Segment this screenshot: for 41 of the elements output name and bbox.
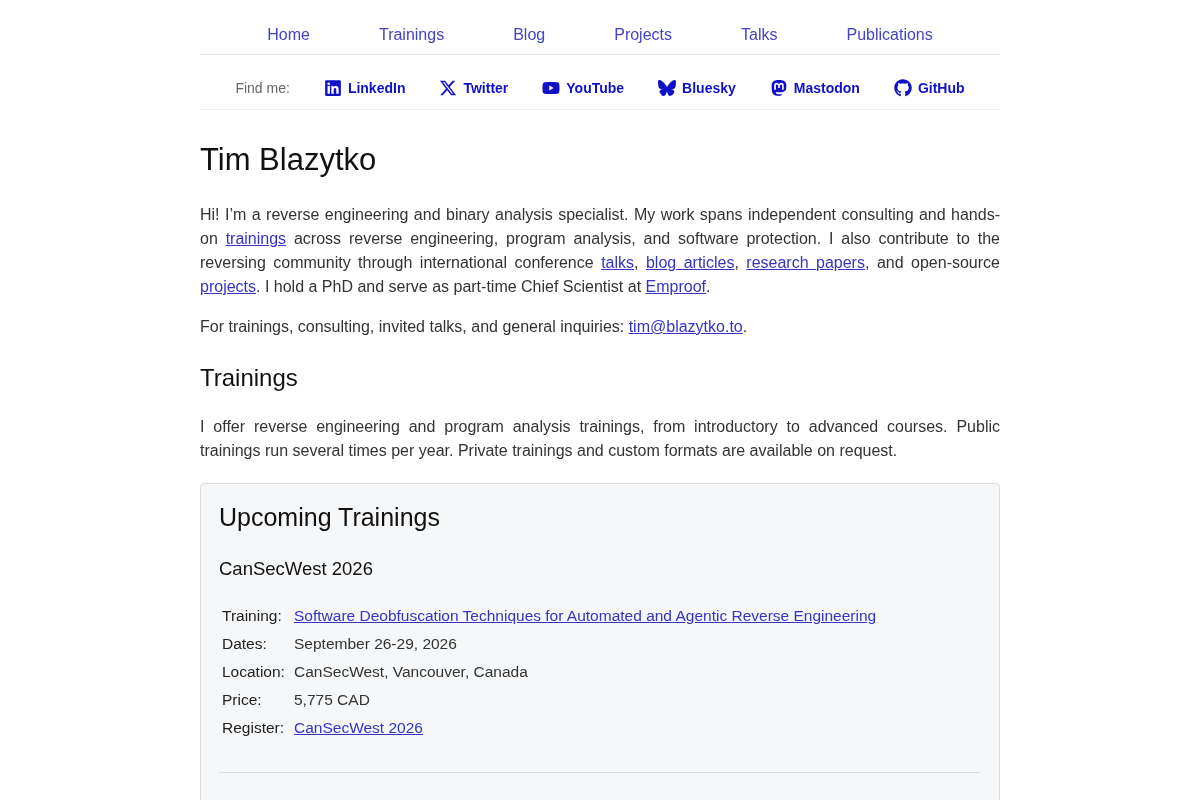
github-icon bbox=[893, 79, 912, 97]
detail-label: Register: bbox=[222, 718, 285, 738]
social-link[interactable]: LinkedIn bbox=[323, 76, 406, 100]
youtube-icon bbox=[542, 79, 561, 97]
event-name: CanSecWest 2026 bbox=[219, 557, 374, 581]
detail-value: 5,775 CAD bbox=[294, 690, 370, 710]
detail-link[interactable]: Software Deobfuscation Techniques for Automated and Agentic Reverse Engineering bbox=[294, 602, 877, 630]
linkedin-icon bbox=[323, 79, 342, 97]
detail-label: Price: bbox=[222, 690, 262, 710]
nav-link[interactable]: Trainings bbox=[378, 23, 445, 47]
section-heading: Trainings bbox=[200, 363, 299, 393]
find-me-label: Find me: bbox=[235, 79, 290, 98]
detail-label: Training: bbox=[222, 606, 282, 626]
nav-link[interactable]: Talks bbox=[741, 23, 778, 47]
inline-link[interactable]: blog articles bbox=[645, 254, 735, 271]
social-link[interactable]: YouTube bbox=[542, 76, 625, 100]
butterfly-icon bbox=[658, 79, 677, 97]
mastodon-icon bbox=[769, 79, 788, 97]
nav-link[interactable]: Projects bbox=[614, 23, 672, 47]
detail-label: Dates: bbox=[222, 634, 267, 654]
detail-label: Location: bbox=[222, 662, 285, 682]
inline-link[interactable]: research papers bbox=[746, 254, 865, 271]
inline-link[interactable]: tim@blazytko.to bbox=[628, 318, 743, 335]
trainings-paragraph: I offer reverse engineering and program analysis trainings, from introductory to advanced courses. Public trainings run several times per year. Private trainings and custom formats are available on request. bbox=[200, 417, 1000, 461]
detail-link[interactable]: CanSecWest 2026 bbox=[294, 714, 423, 742]
card-title: Upcoming Trainings bbox=[219, 502, 441, 533]
detail-value: CanSecWest, Vancouver, Canada bbox=[294, 662, 528, 682]
social-link[interactable]: GitHub bbox=[893, 76, 965, 100]
nav-link[interactable]: Publications bbox=[846, 23, 933, 47]
social-link[interactable]: Mastodon bbox=[769, 76, 860, 100]
detail-value: September 26-29, 2026 bbox=[294, 634, 457, 654]
intro-paragraph: Hi! I’m a reverse engineering and binary analysis specialist. My work spans independent consulting and hands-on trainings across reverse engineering, program analysis, and software protection. I also contribute to the reversing community through international conference talks, blog articles, research papers, and open-source projects. I hold a PhD and serve as part-time Chief Scientist at Emproof. bbox=[200, 205, 1000, 297]
social-link[interactable]: Bluesky bbox=[658, 76, 736, 100]
page-title: Tim Blazytko bbox=[200, 141, 378, 179]
social-link[interactable]: Twitter bbox=[439, 76, 509, 100]
intro-paragraph: For trainings, consulting, invited talks, and general inquiries: tim@blazytko.to. bbox=[200, 317, 749, 337]
inline-link[interactable]: Emproof bbox=[645, 278, 706, 295]
x-icon bbox=[439, 79, 458, 97]
inline-link[interactable]: trainings bbox=[225, 230, 287, 247]
nav-link[interactable]: Blog bbox=[513, 23, 546, 47]
nav-link[interactable]: Home bbox=[267, 23, 310, 47]
